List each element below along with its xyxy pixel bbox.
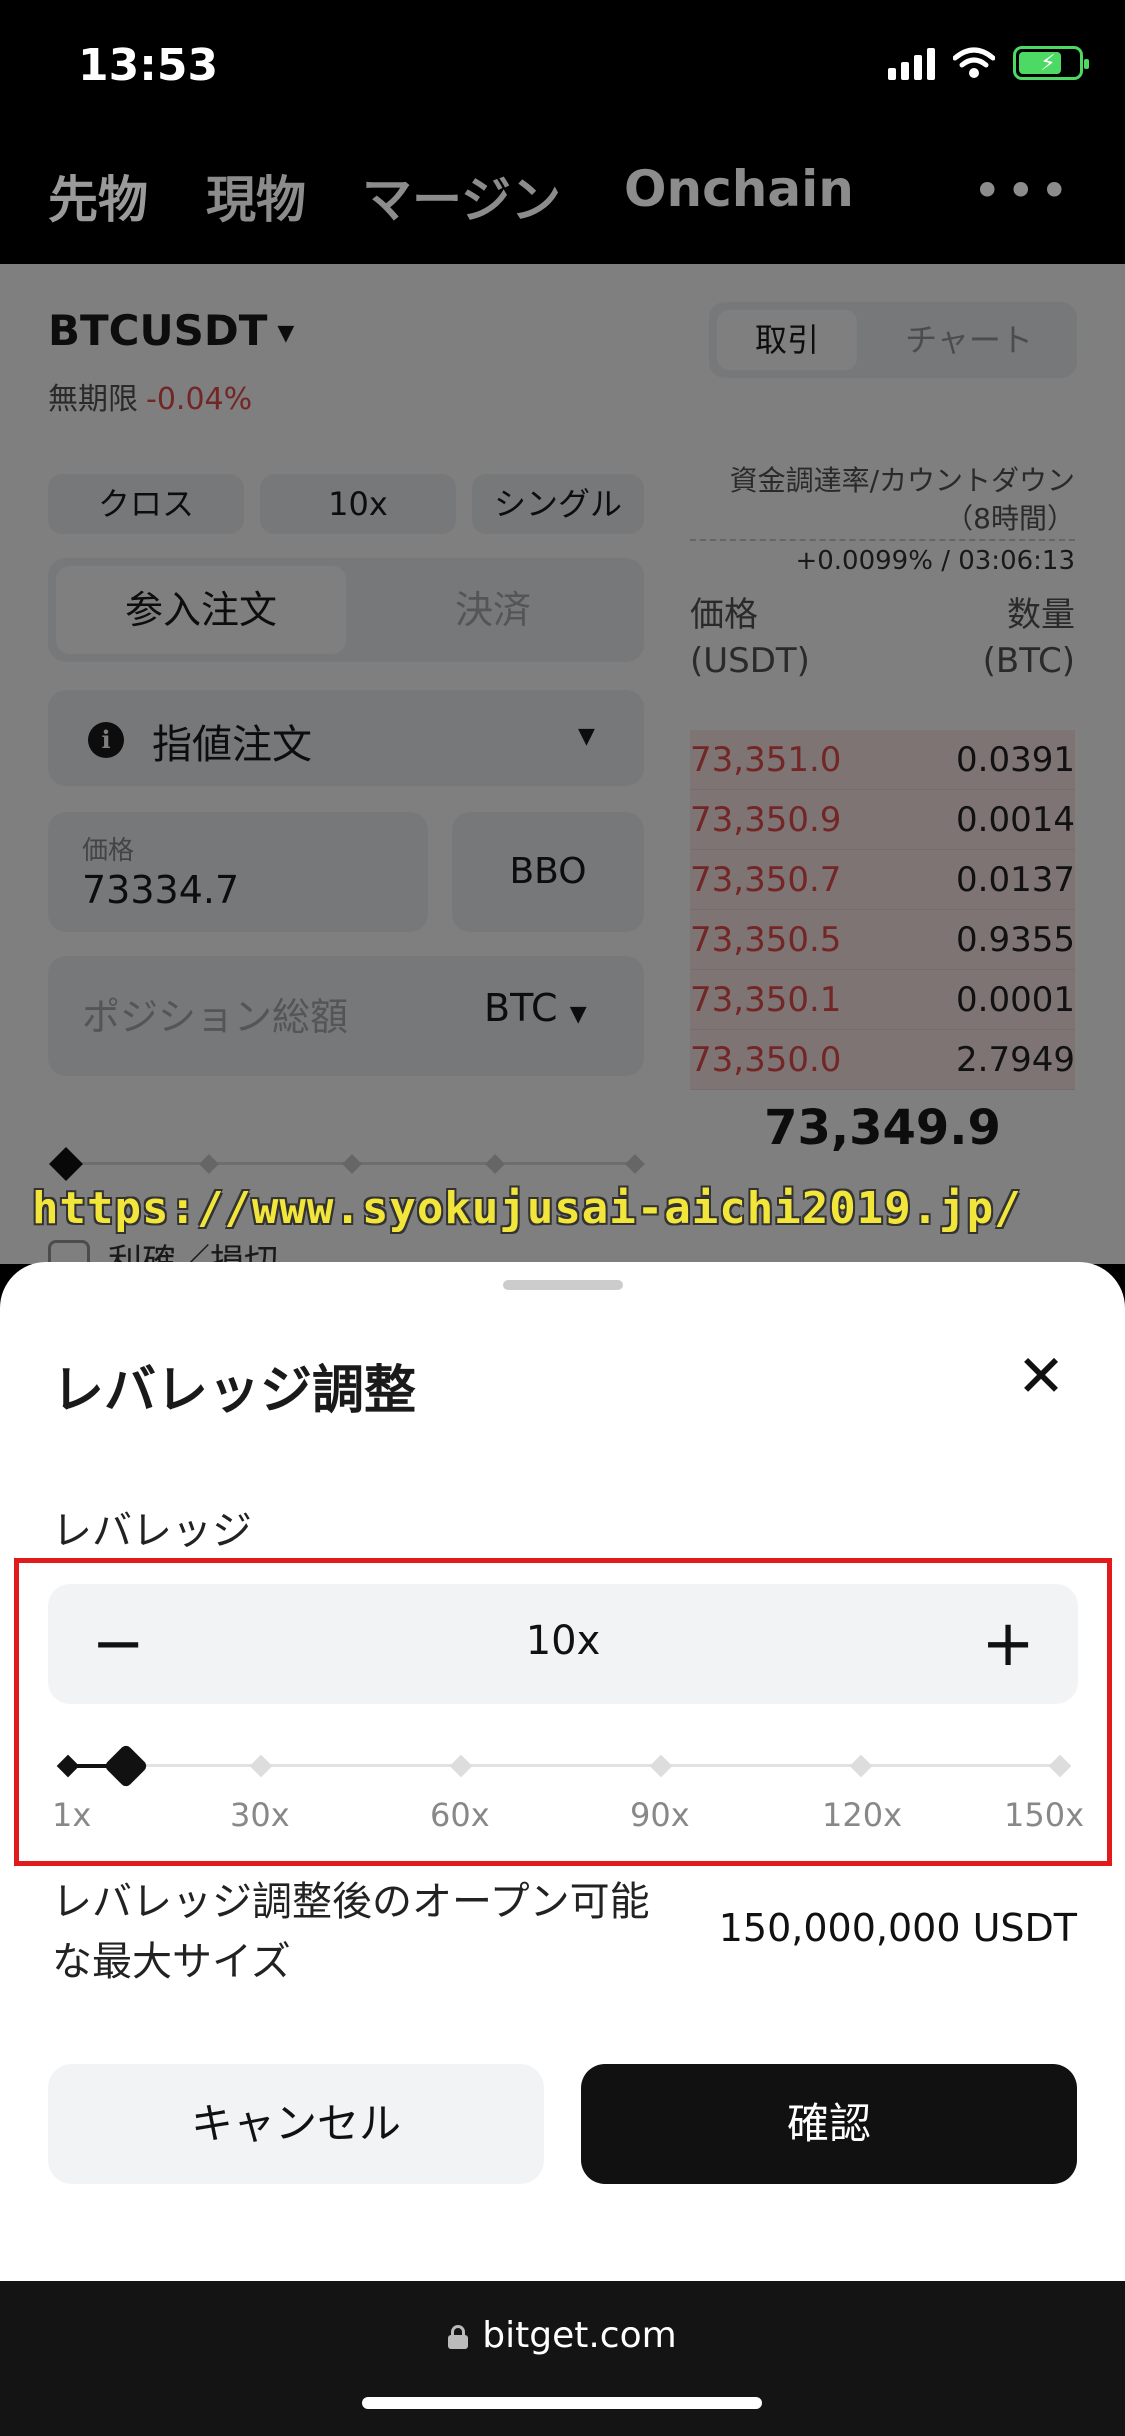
modal-overlay[interactable]: [0, 264, 1125, 1264]
max-size-value: 150,000,000 USDT: [718, 1906, 1077, 1950]
max-size-label: レバレッジ調整後のオープン可能な最大サイズ: [52, 1879, 650, 1985]
sheet-title: レバレッジ調整: [52, 1361, 417, 1421]
browser-bar: bitget.com: [0, 2281, 1125, 2436]
tab-onchain[interactable]: Onchain: [624, 160, 854, 218]
charging-bolt-icon: ⚡: [1040, 50, 1056, 76]
wifi-icon: [953, 47, 995, 78]
confirm-button[interactable]: 確認: [581, 2064, 1077, 2184]
cancel-button[interactable]: キャンセル: [48, 2064, 544, 2184]
status-bar: 13:53 ⚡: [0, 0, 1125, 140]
top-nav: 先物 現物 マージン Onchain •••: [0, 140, 1125, 264]
url-text: bitget.com: [482, 2315, 677, 2356]
more-icon[interactable]: •••: [973, 162, 1073, 220]
status-time: 13:53: [78, 40, 219, 91]
leverage-label: レバレッジ: [52, 1508, 252, 1554]
lock-icon: [448, 2325, 469, 2349]
tab-futures[interactable]: 先物: [48, 160, 148, 232]
cellular-signal-icon: [888, 46, 935, 80]
close-icon[interactable]: ✕: [1005, 1340, 1077, 1412]
watermark: https://www.syokujusai-aichi2019.jp/: [32, 1183, 1022, 1234]
status-icons: ⚡: [888, 46, 1089, 80]
leverage-sheet: レバレッジ調整 ✕ レバレッジ − 10x + 1x 30x 60x 90x 1…: [0, 1262, 1125, 2281]
tab-margin[interactable]: マージン: [362, 160, 561, 232]
sheet-handle[interactable]: [503, 1280, 623, 1290]
highlight-box: [14, 1558, 1112, 1866]
url-bar[interactable]: bitget.com: [0, 2315, 1125, 2356]
home-indicator[interactable]: [362, 2397, 762, 2409]
battery-icon: ⚡: [1013, 46, 1089, 80]
tab-spot[interactable]: 現物: [206, 160, 306, 232]
